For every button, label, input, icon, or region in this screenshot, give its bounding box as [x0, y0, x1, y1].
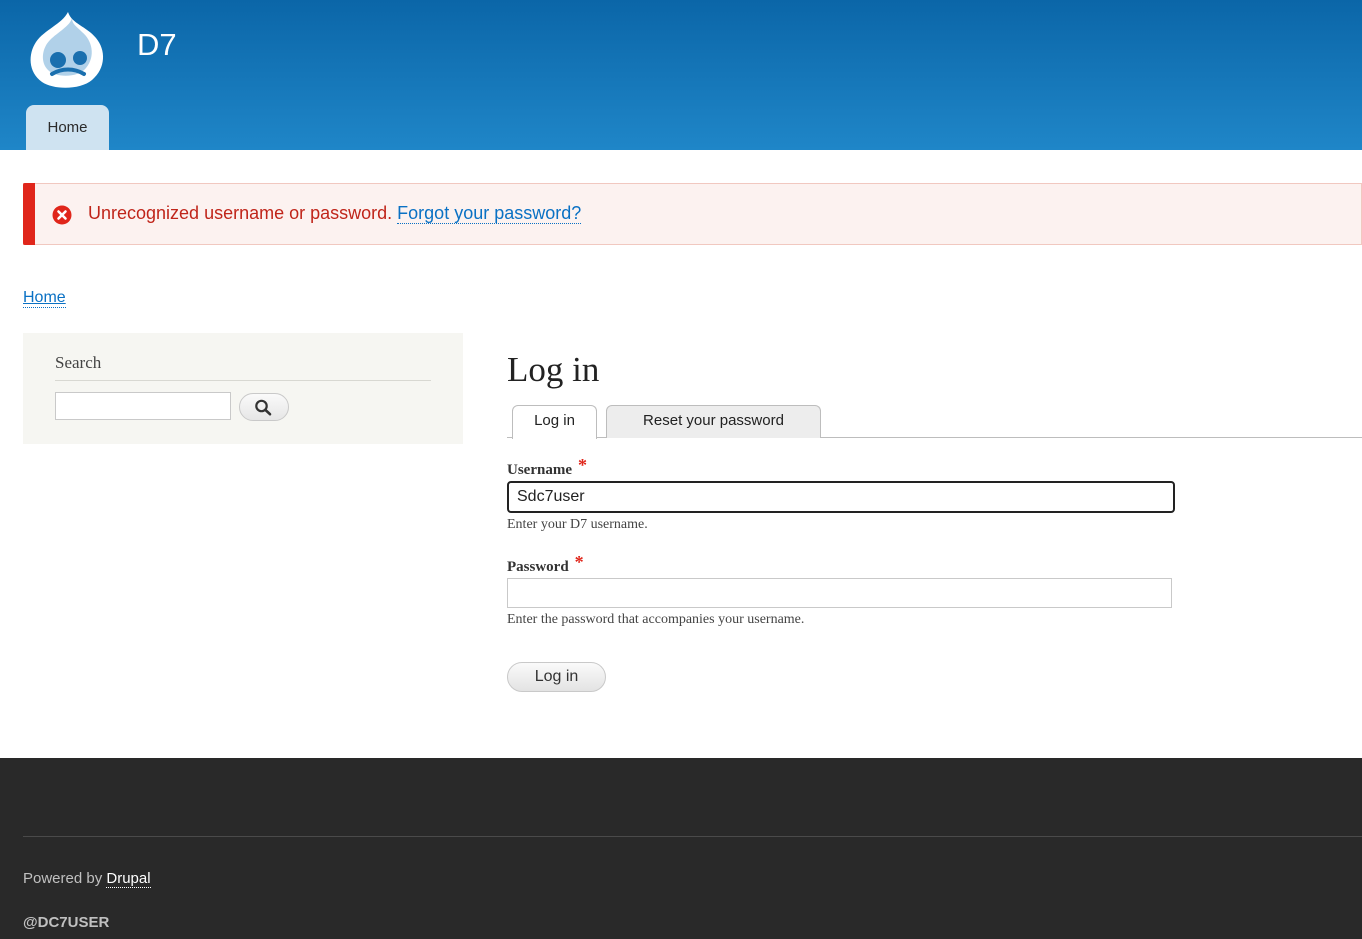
drupal-link[interactable]: Drupal: [106, 870, 151, 888]
password-label: Password *: [507, 552, 584, 576]
username-label-text: Username: [507, 462, 572, 478]
powered-by-text: Powered by: [23, 870, 103, 887]
password-label-text: Password: [507, 559, 569, 575]
search-input[interactable]: [55, 392, 231, 420]
page-title: Log in: [507, 350, 600, 389]
search-icon: [255, 399, 272, 416]
password-field[interactable]: [507, 578, 1172, 608]
search-block-title: Search: [55, 353, 431, 381]
drupal-logo-icon[interactable]: [22, 10, 112, 90]
forgot-password-link[interactable]: Forgot your password?: [397, 203, 582, 224]
error-message: Unrecognized username or password. Forgo…: [23, 183, 1362, 245]
username-label: Username *: [507, 455, 587, 479]
breadcrumb-home[interactable]: Home: [23, 289, 66, 308]
powered-by: Powered by Drupal: [23, 870, 151, 888]
nav-tab-home[interactable]: Home: [26, 105, 109, 150]
required-marker: *: [574, 552, 584, 572]
password-description: Enter the password that accompanies your…: [507, 612, 805, 627]
site-header: D7 Home: [0, 0, 1362, 150]
error-message-text: Unrecognized username or password.: [88, 203, 393, 223]
site-footer: Powered by Drupal @DC7USER: [0, 758, 1362, 939]
error-icon: [52, 205, 72, 225]
tab-log-in[interactable]: Log in: [512, 405, 597, 439]
username-field[interactable]: [507, 481, 1175, 513]
log-in-button[interactable]: Log in: [507, 662, 606, 692]
required-marker: *: [577, 455, 587, 475]
sidebar-search-block: Search: [23, 333, 463, 444]
username-description: Enter your D7 username.: [507, 517, 648, 532]
search-button[interactable]: [239, 393, 289, 421]
footer-user-tag: @DC7USER: [23, 914, 110, 931]
tab-reset-password[interactable]: Reset your password: [606, 405, 821, 438]
error-text: Unrecognized username or password. Forgo…: [88, 203, 582, 224]
footer-divider: [23, 836, 1362, 837]
site-name[interactable]: D7: [137, 27, 177, 63]
